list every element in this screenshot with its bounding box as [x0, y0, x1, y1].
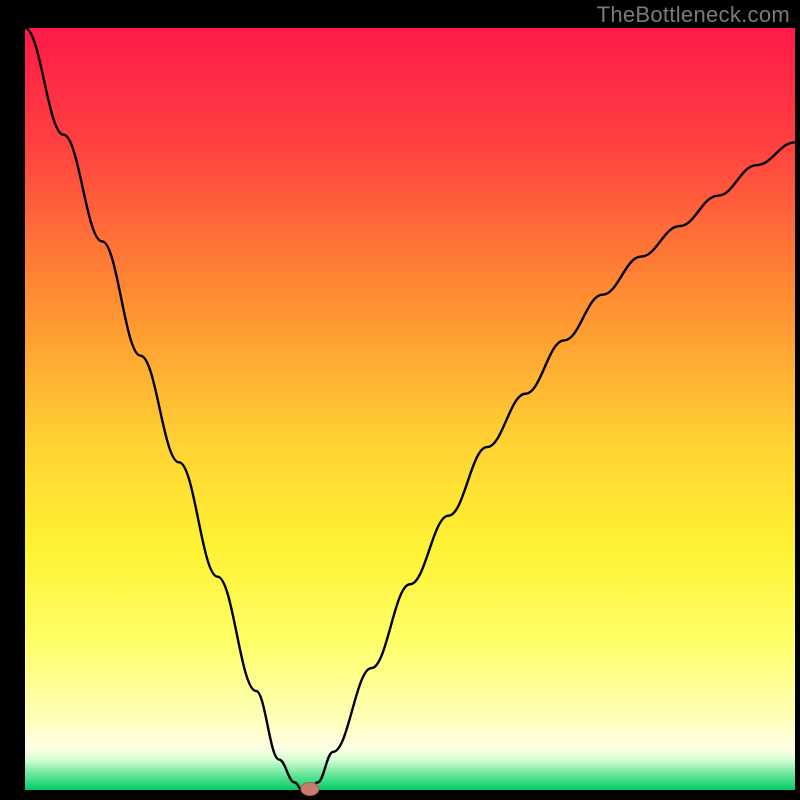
chart-plot-background [25, 28, 795, 790]
optimal-point-marker [301, 783, 319, 796]
watermark-text: TheBottleneck.com [597, 2, 790, 28]
bottleneck-chart [0, 0, 800, 800]
chart-container: { "watermark": "TheBottleneck.com", "cha… [0, 0, 800, 800]
